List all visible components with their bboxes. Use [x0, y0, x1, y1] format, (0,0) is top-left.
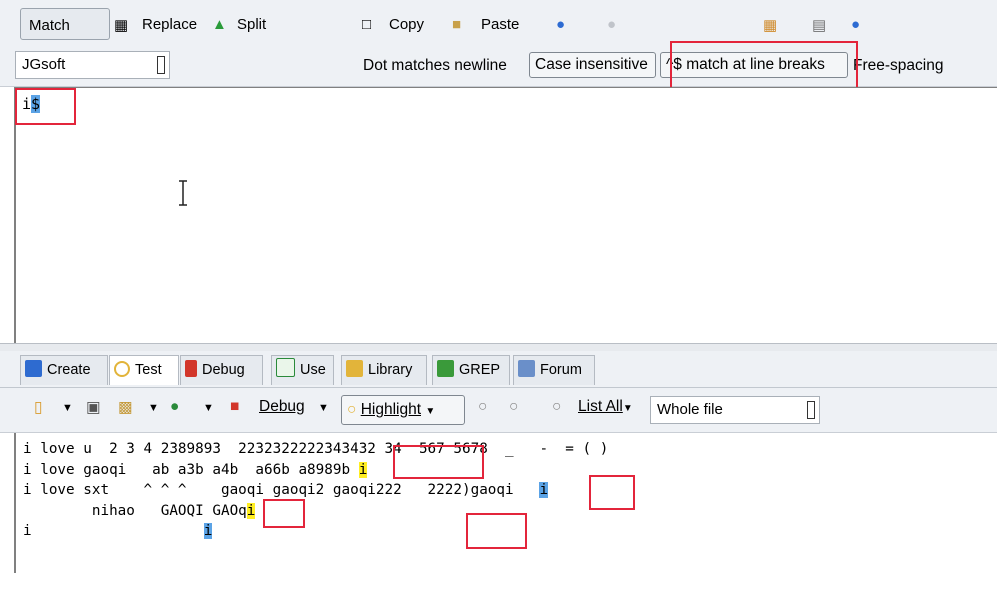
tab-forum-label: Forum: [540, 362, 582, 378]
undo-icon[interactable]: ●: [556, 16, 565, 33]
clipboard-icon[interactable]: ▩: [118, 398, 133, 417]
chevron-down-icon[interactable]: [807, 401, 815, 419]
chevron-down-icon[interactable]: ▼: [318, 402, 329, 414]
match-highlight: i: [246, 502, 256, 519]
annotation-box: [466, 513, 527, 549]
chevron-down-icon[interactable]: ▼: [62, 402, 73, 414]
tab-test[interactable]: Test: [109, 355, 179, 385]
list-all-button[interactable]: List All▼: [578, 398, 633, 416]
globe-icon[interactable]: ●: [170, 398, 179, 416]
match-button[interactable]: Match: [20, 8, 110, 40]
scope-value: Whole file: [657, 401, 723, 418]
scope-select[interactable]: Whole file: [650, 396, 820, 424]
test-line: i love sxt ^ ^ ^ gaoqi gaoqi2 gaoqi222 2…: [23, 480, 608, 501]
chevron-down-icon[interactable]: ▼: [203, 402, 214, 414]
save-icon[interactable]: ▣: [86, 398, 101, 417]
create-icon: [25, 360, 42, 377]
bug-icon: [185, 360, 197, 377]
layout-icon[interactable]: ▤: [812, 16, 826, 34]
help-icon[interactable]: ●: [851, 16, 860, 33]
flavor-select[interactable]: JGsoft: [15, 51, 170, 79]
case-insensitive-toggle[interactable]: Case insensitive: [529, 52, 656, 78]
main-toolbar: Match ▦ Replace ▲ Split □ Copy ■ Paste ●…: [0, 0, 997, 46]
flavor-value: JGsoft: [22, 56, 66, 73]
redo-icon[interactable]: ●: [607, 16, 616, 33]
test-line: i love gaoqi ab a3b a4b a66b a8989b i: [23, 460, 608, 481]
chevron-down-icon: ▼: [622, 403, 633, 414]
magnifier-icon: [114, 361, 130, 377]
annotation-box: [263, 499, 305, 528]
split-button[interactable]: Split: [237, 16, 266, 33]
tab-library[interactable]: Library: [341, 355, 427, 385]
match-highlight: i: [539, 482, 549, 498]
tab-strip: Create Test Debug Use Library GREP Forum: [0, 351, 997, 388]
highlight-button[interactable]: ○ Highlight ▼: [341, 395, 465, 425]
split-icon: ▲: [212, 16, 227, 33]
search-icon: ○: [552, 398, 562, 415]
zoom-out-icon[interactable]: ○: [478, 398, 487, 416]
chevron-down-icon[interactable]: ▼: [148, 402, 159, 414]
line-text: i love sxt ^ ^ ^ gaoqi gaoqi2 gaoqi222 2…: [23, 482, 540, 498]
test-toolbar: ▯ ▼ ▣ ▩ ▼ ● ▼ ■ Debug ▼ ○ Highlight ▼ ○ …: [0, 388, 997, 433]
chevron-down-icon[interactable]: ▼: [425, 406, 435, 417]
annotation-box: [15, 88, 76, 125]
zoom-in-icon[interactable]: ○: [509, 398, 518, 416]
copy-icon: □: [362, 16, 372, 33]
tab-use[interactable]: Use: [271, 355, 334, 385]
chevron-down-icon[interactable]: [157, 56, 165, 74]
tab-create-label: Create: [47, 362, 91, 378]
paste-button[interactable]: Paste: [481, 16, 519, 33]
replace-icon: ▦: [114, 17, 129, 34]
annotation-box: [393, 445, 484, 479]
dot-matches-newline-toggle[interactable]: Dot matches newline: [363, 57, 507, 75]
color-icon[interactable]: ▦: [763, 16, 777, 34]
annotation-box: [589, 475, 635, 510]
new-file-icon[interactable]: ▯: [34, 398, 43, 417]
tab-test-label: Test: [135, 362, 162, 378]
replace-button[interactable]: Replace: [142, 16, 197, 33]
library-icon: [346, 360, 363, 377]
grep-icon: [437, 360, 454, 377]
match-highlight: i: [358, 461, 368, 478]
tab-grep-label: GREP: [459, 362, 501, 378]
test-line: i love u 2 3 4 2389893 2232322222343432 …: [23, 441, 609, 457]
forum-icon: [518, 360, 535, 377]
tab-debug-label: Debug: [202, 362, 245, 378]
highlight-label: Highlight: [360, 401, 421, 418]
match-label: Match: [29, 17, 70, 34]
line-text: i love gaoqi ab a3b a4b a66b a8989b: [23, 461, 359, 478]
tab-library-label: Library: [368, 362, 413, 378]
test-subject-editor[interactable]: i love u 2 3 4 2389893 2232322222343432 …: [14, 433, 997, 573]
free-spacing-toggle[interactable]: Free-spacing: [853, 57, 943, 75]
bug-icon: ■: [230, 398, 240, 415]
tab-debug[interactable]: Debug: [180, 355, 263, 385]
copy-button[interactable]: Copy: [389, 16, 424, 33]
list-all-label: List All: [578, 398, 623, 415]
regex-editor[interactable]: i$: [14, 87, 997, 344]
tab-create[interactable]: Create: [20, 355, 108, 385]
match-highlight: i: [203, 523, 213, 539]
magnifier-icon: ○: [347, 401, 357, 418]
tab-use-label: Use: [300, 362, 326, 378]
paste-icon: ■: [452, 16, 462, 33]
line-text: i: [23, 523, 32, 539]
debug-button[interactable]: Debug: [259, 398, 305, 416]
tab-grep[interactable]: GREP: [432, 355, 510, 385]
text-cursor-icon: [179, 180, 187, 206]
line-text: nihao GAOQI GAOq: [23, 502, 247, 519]
tab-forum[interactable]: Forum: [513, 355, 595, 385]
use-icon: [276, 358, 295, 377]
